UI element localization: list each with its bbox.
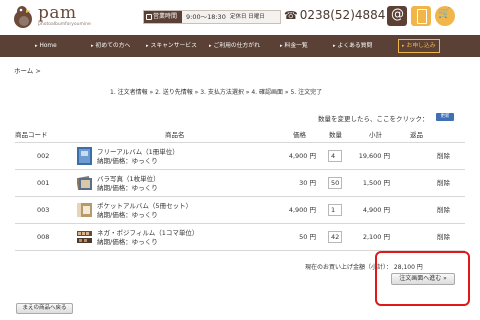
nav-item-how-to-use[interactable]: ▸ ご利用の仕方がれ: [209, 35, 260, 57]
bird-logo-icon: [14, 6, 32, 28]
nav-item-apply[interactable]: ▸ お申し込み: [398, 39, 440, 53]
delete-link[interactable]: 削除: [437, 143, 450, 170]
mobile-icon[interactable]: [411, 6, 431, 26]
business-hours: 営業時間 9:00～18:30 定休日 日曜日: [143, 10, 281, 24]
col-header-return: 返品: [410, 131, 423, 139]
phone-number: ☎ 0238(52)4884: [284, 8, 386, 22]
row-subtotal: 4,900 円: [362, 206, 390, 214]
col-header-code: 商品コード: [15, 131, 48, 139]
col-header-qty: 数量: [329, 131, 342, 139]
cart-icon[interactable]: [435, 6, 455, 26]
delete-link[interactable]: 削除: [437, 224, 450, 251]
logo-tagline: photoalbumforyoumine: [38, 22, 91, 27]
nav-item-price-list[interactable]: ▸ 料金一覧: [280, 35, 308, 57]
site-header: pam photoalbumforyoumine 営業時間 9:00～18:30…: [0, 0, 480, 34]
col-header-name: 商品名: [165, 131, 185, 139]
clock-icon: [146, 14, 152, 20]
mail-icon[interactable]: [387, 6, 407, 26]
col-header-price: 価格: [293, 131, 306, 139]
row-subtotal: 1,500 円: [362, 179, 390, 187]
table-row: 002 フリーアルバム（1冊単位） 納期/価格：ゆっくり 4,900 円 4 1…: [15, 143, 465, 170]
nav-item-first-time[interactable]: ▸ 初めての方へ: [91, 35, 130, 57]
nav-item-home[interactable]: ▸ Home: [35, 35, 57, 57]
delete-link[interactable]: 削除: [437, 197, 450, 224]
breadcrumb[interactable]: ホーム >: [14, 65, 41, 75]
delete-link[interactable]: 削除: [437, 170, 450, 197]
proceed-to-order-button[interactable]: 注文画面へ進む »: [391, 273, 455, 285]
nav-item-scan-service[interactable]: ▸ スキャンサービス: [146, 35, 197, 57]
table-row: 008 ネガ・ポジフィルム（1コマ単位） 納期/価格：ゆっくり 50 円 42 …: [15, 224, 465, 251]
phone-icon: ☎: [284, 9, 298, 22]
back-to-products-button[interactable]: まえの商品へ戻る: [16, 303, 73, 314]
closed-day: 定休日 日曜日: [230, 14, 265, 20]
row-subtotal: 19,600 円: [358, 152, 390, 160]
row-subtotal: 2,100 円: [362, 233, 390, 241]
main-nav: ▸ Home ▸ 初めての方へ ▸ スキャンサービス ▸ ご利用の仕方がれ ▸ 料金一覧 …: [0, 35, 480, 57]
nav-item-faq[interactable]: ▸ よくある質問: [333, 35, 372, 57]
checkout-steps: 1. 注文者情報 » 2. 送り先情報 » 3. 支払方法選択 » 4. 確認画…: [110, 89, 323, 96]
update-button[interactable]: 更新: [436, 113, 454, 121]
col-header-subtotal: 小計: [369, 131, 382, 139]
site-logo[interactable]: pam photoalbumforyoumine: [12, 3, 102, 31]
hours-tag: 営業時間: [144, 11, 182, 23]
hours-time: 9:00～18:30: [186, 13, 226, 21]
table-row: 001 バラ写真（1枚単位） 納期/価格：ゆっくり 30 円 50 1,500 …: [15, 170, 465, 197]
logo-wordmark: pam: [38, 3, 77, 23]
quantity-update-note: 数量を変更したら、ここをクリック：: [318, 115, 429, 123]
table-row: 003 ポケットアルバム（5冊セット） 納期/価格：ゆっくり 4,900 円 1…: [15, 197, 465, 224]
